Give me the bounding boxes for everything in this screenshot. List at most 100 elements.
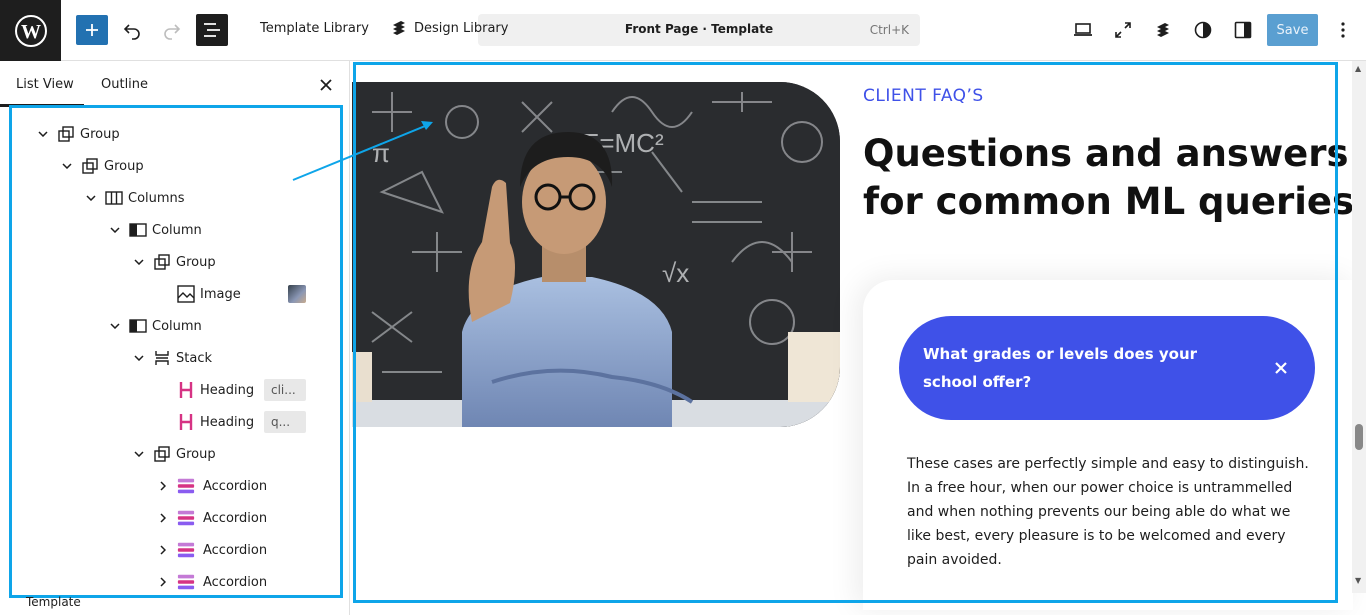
tree-item-stack[interactable]: Stack xyxy=(12,342,340,374)
device-preview-button[interactable] xyxy=(1069,15,1097,45)
canvas-scrollbar[interactable] xyxy=(1352,61,1366,593)
chevron-down-icon[interactable] xyxy=(61,160,73,172)
tree-item-label: Column xyxy=(152,222,202,238)
undo-button[interactable] xyxy=(118,15,146,45)
image-thumbnail xyxy=(288,285,306,303)
chevron-right-icon[interactable] xyxy=(157,480,169,492)
column-icon xyxy=(129,317,147,335)
tree-item-heading[interactable]: Heading q... xyxy=(12,406,340,438)
chevron-right-icon[interactable] xyxy=(157,576,169,588)
document-title: Front Page · Template xyxy=(624,22,774,36)
tree-item-label: Heading xyxy=(200,382,255,398)
scroll-down-icon[interactable]: ▼ xyxy=(1355,576,1361,585)
contrast-icon xyxy=(1194,21,1212,39)
template-library-link[interactable]: Template Library xyxy=(260,21,369,36)
styles-button[interactable] xyxy=(1189,15,1217,45)
close-sidebar-button[interactable] xyxy=(316,75,336,95)
scrollbar-thumb[interactable] xyxy=(1355,424,1363,450)
heading-content-chip: cli... xyxy=(264,379,306,401)
tree-item-group[interactable]: Group xyxy=(12,150,340,182)
settings-sidebar-button[interactable] xyxy=(1229,15,1257,45)
tree-item-label: Accordion xyxy=(203,574,268,590)
redo-button[interactable] xyxy=(158,15,186,45)
list-view-button[interactable] xyxy=(196,14,228,46)
stackable-logo-icon xyxy=(393,21,405,35)
list-view-icon xyxy=(204,23,220,37)
tree-item-label: Columns xyxy=(128,190,185,206)
tree-item-accordion[interactable]: Accordion xyxy=(12,502,340,534)
accordion-toggle[interactable]: What grades or levels does your school o… xyxy=(899,316,1315,420)
redo-icon xyxy=(164,24,181,40)
options-menu-button[interactable] xyxy=(1329,15,1357,45)
add-block-button[interactable] xyxy=(76,15,108,45)
sidebar-tabs: List View Outline xyxy=(0,61,350,107)
editor-toolbar: W Template Library Design Library Front … xyxy=(0,0,1366,61)
tab-list-view[interactable]: List View xyxy=(16,77,74,92)
wordpress-logo-icon[interactable]: W xyxy=(0,0,61,61)
tree-item-accordion[interactable]: Accordion xyxy=(12,534,340,566)
stackable-settings-button[interactable] xyxy=(1149,15,1177,45)
chevron-down-icon[interactable] xyxy=(85,192,97,204)
chevron-down-icon[interactable] xyxy=(37,128,49,140)
list-view-sidebar: List View Outline Group Group Columns Co… xyxy=(0,61,350,615)
tree-item-label: Group xyxy=(80,126,120,142)
tree-item-accordion[interactable]: Accordion xyxy=(12,566,340,595)
faq-eyebrow-heading[interactable]: CLIENT FAQ’S xyxy=(863,86,984,106)
column-icon xyxy=(129,221,147,239)
sidebar-icon xyxy=(1234,21,1252,39)
tree-item-group[interactable]: Group xyxy=(12,438,340,470)
block-tree: Group Group Columns Column Group Image C… xyxy=(9,105,343,598)
chevron-down-icon[interactable] xyxy=(109,224,121,236)
tree-item-column[interactable]: Column xyxy=(12,310,340,342)
breadcrumb-template[interactable]: Template xyxy=(26,595,81,609)
heading-content-chip: q... xyxy=(264,411,306,433)
chevron-down-icon[interactable] xyxy=(133,256,145,268)
tree-item-column[interactable]: Column xyxy=(12,214,340,246)
chevron-down-icon[interactable] xyxy=(109,320,121,332)
design-library-button[interactable]: Design Library xyxy=(390,19,508,37)
stackable-logo-icon xyxy=(1157,23,1169,37)
more-vertical-icon xyxy=(1341,22,1345,38)
command-shortcut: Ctrl+K xyxy=(869,23,909,37)
site-editor: W Template Library Design Library Front … xyxy=(0,0,1366,615)
chevron-right-icon[interactable] xyxy=(157,544,169,556)
accordion-icon xyxy=(177,573,195,591)
chevron-down-icon[interactable] xyxy=(133,448,145,460)
undo-icon xyxy=(123,24,140,40)
tree-item-group[interactable]: Group xyxy=(12,246,340,278)
tree-item-image[interactable]: Image xyxy=(12,278,340,310)
close-icon xyxy=(320,79,332,91)
svg-text:W: W xyxy=(21,21,41,43)
tree-item-label: Accordion xyxy=(203,478,268,494)
plus-icon xyxy=(86,24,98,36)
hero-image[interactable]: E=MC²π√x∑ xyxy=(352,82,840,427)
tree-item-label: Accordion xyxy=(203,510,268,526)
tree-item-accordion[interactable]: Accordion xyxy=(12,470,340,502)
laptop-icon xyxy=(1074,23,1092,36)
chevron-right-icon[interactable] xyxy=(157,512,169,524)
tab-outline[interactable]: Outline xyxy=(101,77,148,92)
fullscreen-button[interactable] xyxy=(1109,15,1137,45)
close-icon[interactable] xyxy=(1272,359,1290,377)
tree-item-columns[interactable]: Columns xyxy=(12,182,340,214)
faq-main-heading[interactable]: Questions and answers for common ML quer… xyxy=(863,130,1363,226)
accordion-icon xyxy=(177,509,195,527)
stack-icon xyxy=(153,349,171,367)
tree-item-label: Heading xyxy=(200,414,255,430)
tree-item-heading[interactable]: Heading cli... xyxy=(12,374,340,406)
scroll-up-icon[interactable]: ▲ xyxy=(1355,64,1361,73)
design-library-label: Design Library xyxy=(414,20,509,36)
tree-item-label: Stack xyxy=(176,350,212,366)
tree-item-label: Accordion xyxy=(203,542,268,558)
tree-item-group[interactable]: Group xyxy=(12,118,340,150)
command-palette-bar[interactable]: Front Page · Template Ctrl+K xyxy=(478,14,920,46)
expand-icon xyxy=(1115,22,1131,38)
tree-item-label: Group xyxy=(176,254,216,270)
save-button[interactable]: Save xyxy=(1267,14,1318,46)
image-icon xyxy=(177,285,195,303)
chevron-down-icon[interactable] xyxy=(133,352,145,364)
group-icon xyxy=(57,125,75,143)
group-icon xyxy=(81,157,99,175)
accordion-answer[interactable]: These cases are perfectly simple and eas… xyxy=(907,452,1317,572)
accordion-icon xyxy=(177,477,195,495)
